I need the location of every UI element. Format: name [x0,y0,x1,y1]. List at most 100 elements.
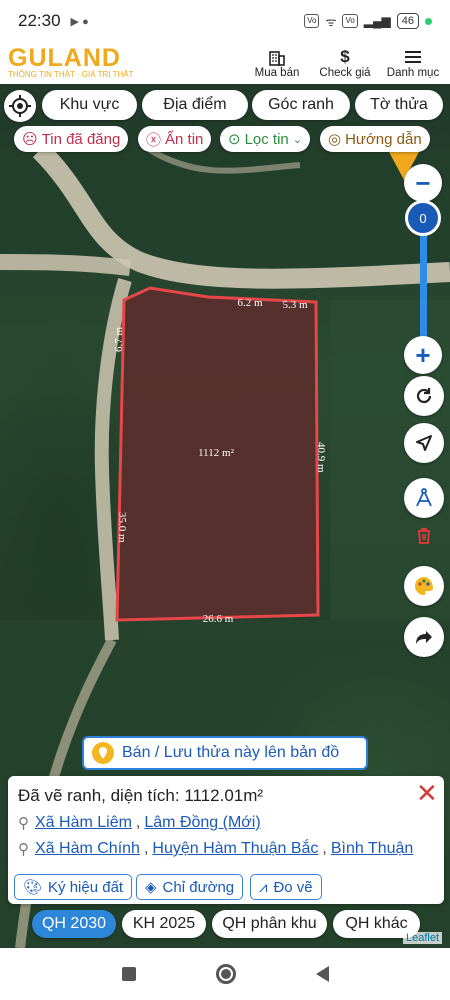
tab-qh-2030[interactable]: QH 2030 [32,910,116,938]
location-old-row: ⚲ Xã Hàm Chính, Huyện Hàm Thuận Bắc, Bìn… [18,840,414,858]
chevron-down-icon: ⌄ [292,133,302,146]
palette-icon [415,577,433,595]
save-parcel-label: Bán / Lưu thửa này lên bản đồ [122,744,340,761]
app-root: 22:30 ▶ ● Vo ᯤ Vo ▂▄▆ 46 GULAND THÔNG TI… [0,0,450,1000]
home-icon[interactable] [215,964,236,984]
menu-icon [405,51,421,63]
directions-label: Chỉ đường [162,878,235,896]
logo[interactable]: GULAND THÔNG TIN THẬT · GIÁ TRỊ THẬT [8,46,134,80]
compass-draw-icon [416,488,432,507]
zoom-out-button[interactable]: − [404,164,442,202]
nav-menu[interactable]: Danh mục [384,47,442,79]
palette-small-icon: 🎨︎ [23,879,43,896]
nav-check-price-label: Check giá [319,67,371,79]
status-right: Vo ᯤ Vo ▂▄▆ 46 [304,13,432,30]
measure-button[interactable]: ⩘ Đo vẽ [250,874,322,900]
tab-qh-phan-khu[interactable]: QH phân khu [212,910,327,938]
plus-icon: + [415,339,431,370]
chip-tin-da-dang[interactable]: ☹ Tin đã đăng [14,126,129,152]
close-circle-icon: ⓧ [146,131,162,149]
edge-label-2: 5.3 m [282,299,308,311]
chip-an-tin[interactable]: ⓧ Ẩn tin [138,126,212,152]
close-icon[interactable]: ✕ [416,780,438,806]
chip-huong-dan-label: Hướng dẫn [345,130,422,148]
tab-kh-2025[interactable]: KH 2025 [122,910,206,938]
map-pin-icon: ⚲ [18,841,29,858]
edge-label-6: 26.6 m [203,613,234,625]
volte-icon: Vo [304,14,320,28]
directions-button[interactable]: ◈ Chỉ đường [136,874,244,900]
zoom-in-button[interactable]: + [404,336,442,374]
status-bar: 22:30 ▶ ● Vo ᯤ Vo ▂▄▆ 46 [0,0,450,42]
notification-icons: ▶ ● [70,15,89,28]
privacy-dot-icon [425,17,432,25]
recents-icon[interactable] [121,967,136,981]
land-symbol-label: Ký hiệu đất [48,878,124,896]
chip-huong-dan[interactable]: ◎ Hướng dẫn [320,126,430,152]
chip-row: ☹ Tin đã đăng ⓧ Ẩn tin ⊙ Lọc tin ⌄ ◎ Hướ… [0,126,450,152]
save-parcel-icon [92,742,114,764]
delete-button[interactable] [404,516,444,556]
district-old-link[interactable]: Huyện Hàm Thuận Bắc [152,840,318,858]
pill-dia-diem[interactable]: Địa điểm [142,90,248,120]
locate-button[interactable] [4,90,36,122]
chip-loc-tin[interactable]: ⊙ Lọc tin ⌄ [220,126,310,152]
edge-label-1: 6.2 m [237,297,263,309]
pill-khu-vuc[interactable]: Khu vực [42,90,137,120]
nav-buy-sell-label: Mua bán [254,67,300,79]
chip-loc-tin-label: Lọc tin [244,130,289,148]
compass-small-icon: ⩘ [259,878,268,896]
commune-new-link[interactable]: Xã Hàm Liêm [35,814,132,832]
minus-icon: − [415,167,431,198]
status-time: 22:30 [18,11,61,30]
map-pin-icon: ⚲ [18,815,29,832]
signal-icon: ▂▄▆ [363,14,391,28]
nav-check-price[interactable]: $ Check giá [316,47,374,79]
parcel-area-title: Đã vẽ ranh, diện tích: 1112.01m² [18,786,264,805]
logo-text: GULAND [8,44,121,72]
palette-button[interactable] [404,566,444,606]
back-icon[interactable] [315,966,329,982]
sad-face-icon: ☹ [22,131,38,148]
share-button[interactable] [404,617,444,657]
share-arrow-icon [416,631,432,644]
crosshair-icon [9,95,31,117]
pill-to-thua[interactable]: Tờ thửa [355,90,443,120]
location-pin-icon: ⊙ [228,131,241,148]
nav-menu-label: Danh mục [386,67,440,79]
location-new-row: ⚲ Xã Hàm Liêm, Lâm Đồng (Mới) [18,814,261,832]
volte2-icon: Vo [342,14,358,28]
refresh-icon [416,388,432,404]
wifi-icon: ᯤ [325,14,337,29]
save-parcel-banner[interactable]: Bán / Lưu thửa này lên bản đồ [82,736,368,770]
building-icon [269,51,285,66]
parcel-area-label: 1112 m² [198,447,234,459]
refresh-button[interactable] [404,376,444,416]
parcel-info-panel: Đã vẽ ranh, diện tích: 1112.01m² ✕ ⚲ Xã … [8,776,444,904]
battery-icon: 46 [396,13,419,29]
province-new-link[interactable]: Lâm Đồng (Mới) [144,814,260,832]
edge-label-3: 6.7 m [113,327,125,353]
planning-tabs: QH 2030 KH 2025 QH phân khu QH khác [0,910,450,940]
nav-buy-sell[interactable]: Mua bán [248,47,306,79]
commune-old-link[interactable]: Xã Hàm Chính [35,840,140,858]
target-icon: ◎ [328,131,342,148]
chip-an-tin-label: Ẩn tin [165,130,204,148]
filter-row: Khu vực Địa điểm Góc ranh Tờ thửa [0,90,450,122]
system-nav-bar [0,948,450,1000]
map-attribution[interactable]: Leaflet [403,932,443,944]
province-old-link[interactable]: Bình Thuận [331,840,413,858]
draw-measure-button[interactable] [404,478,444,518]
app-header: GULAND THÔNG TIN THẬT · GIÁ TRỊ THẬT Mua… [0,42,450,84]
navigate-button[interactable] [404,423,444,463]
edge-label-4: 35.0 m [116,512,128,543]
dollar-icon: $ [340,47,350,66]
measure-label: Đo vẽ [273,878,313,896]
pill-goc-ranh[interactable]: Góc ranh [252,90,350,120]
header-nav: Mua bán $ Check giá Danh mục [248,47,442,79]
zoom-slider-knob[interactable]: 0 [405,200,441,236]
edge-label-5: 40.9 m [315,442,327,473]
trash-icon [418,528,430,544]
directions-icon: ◈ [145,879,157,896]
land-symbol-button[interactable]: 🎨︎ Ký hiệu đất [14,874,133,900]
